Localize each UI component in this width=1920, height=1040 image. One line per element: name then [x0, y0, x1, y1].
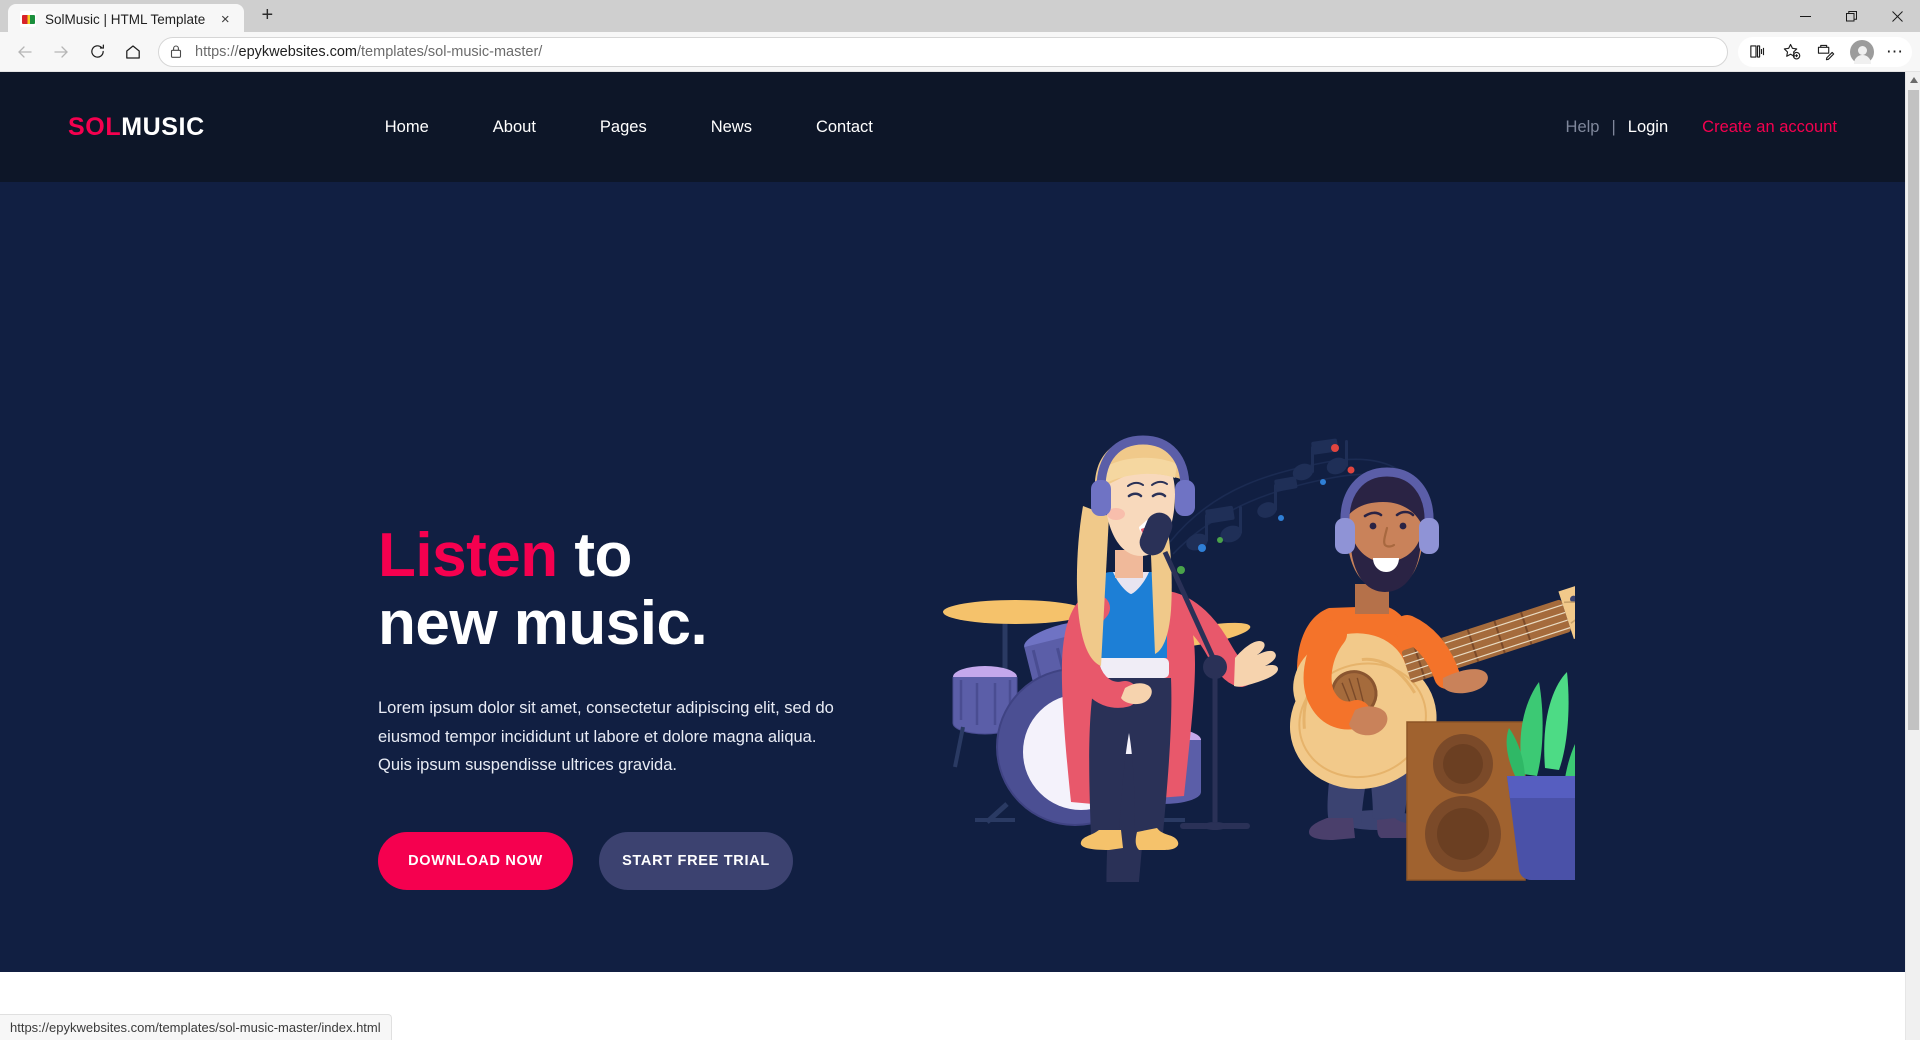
create-account-link[interactable]: Create an account	[1702, 118, 1837, 137]
home-icon[interactable]	[116, 36, 150, 68]
hero-title-accent: Listen	[378, 521, 558, 590]
close-icon[interactable]	[1874, 0, 1920, 32]
add-favorite-icon[interactable]	[1774, 37, 1808, 67]
hero-cta-group: DOWNLOAD NOW START FREE TRIAL	[378, 831, 848, 890]
settings-more-icon[interactable]: ⋯	[1880, 37, 1910, 67]
restore-icon[interactable]	[1828, 0, 1874, 32]
new-tab-button[interactable]: +	[252, 0, 282, 30]
refresh-icon[interactable]	[80, 36, 114, 68]
band-illustration	[915, 422, 1619, 906]
status-link-tooltip: https://epykwebsites.com/templates/sol-m…	[0, 1014, 392, 1040]
scrollbar-thumb[interactable]	[1908, 90, 1919, 730]
hero-title: Listen to new music.	[378, 521, 848, 659]
site-logo[interactable]: SOLMUSIC	[68, 113, 205, 142]
nav-item-home[interactable]: Home	[353, 118, 461, 137]
site-header: SOLMUSIC Home About Pages News Contact H…	[0, 72, 1905, 182]
hero-copy: Listen to new music. Lorem ipsum dolor si…	[378, 521, 848, 890]
browser-toolbar: https://epykwebsites.com/templates/sol-m…	[0, 32, 1920, 72]
nav-item-contact[interactable]: Contact	[784, 118, 905, 137]
hero-section: Listen to new music. Lorem ipsum dolor si…	[0, 182, 1905, 972]
read-aloud-icon[interactable]	[1740, 37, 1774, 67]
utility-navigation: Help | Login Create an account	[1566, 118, 1837, 137]
help-link[interactable]: Help	[1566, 118, 1600, 137]
browser-window: SolMusic | HTML Template × + https://epy…	[0, 0, 1920, 1040]
start-free-trial-button[interactable]: START FREE TRIAL	[599, 831, 793, 890]
main-navigation: Home About Pages News Contact	[353, 118, 905, 137]
solmusic-favicon	[20, 11, 36, 27]
nav-separator: |	[1611, 117, 1616, 136]
lock-icon	[169, 44, 185, 60]
login-link[interactable]: Login	[1628, 118, 1668, 137]
forward-icon[interactable]	[44, 36, 78, 68]
title-bar: SolMusic | HTML Template × +	[0, 0, 1920, 34]
collections-icon[interactable]	[1808, 37, 1842, 67]
toolbar-icon-group: ⋯	[1738, 36, 1912, 67]
profile-avatar[interactable]	[1850, 39, 1874, 64]
nav-item-about[interactable]: About	[461, 118, 568, 137]
nav-item-news[interactable]: News	[679, 118, 784, 137]
hero-title-line2: new music.	[378, 589, 708, 659]
url-path: /templates/sol-music-master/	[357, 43, 543, 60]
address-text: https://epykwebsites.com/templates/sol-m…	[195, 44, 542, 60]
window-controls	[1782, 0, 1920, 32]
hero-title-rest: to	[557, 521, 632, 590]
tab-close-icon[interactable]: ×	[214, 8, 236, 30]
url-host: epykwebsites.com	[238, 43, 357, 60]
page-scrollbar[interactable]	[1905, 72, 1920, 1040]
page-viewport: SOLMUSIC Home About Pages News Contact H…	[0, 72, 1920, 1040]
page-content: SOLMUSIC Home About Pages News Contact H…	[0, 72, 1905, 1040]
download-now-button[interactable]: DOWNLOAD NOW	[378, 831, 573, 890]
logo-sol: SOL	[68, 112, 122, 141]
minimize-icon[interactable]	[1782, 0, 1828, 32]
back-icon[interactable]	[8, 36, 42, 68]
tab-title: SolMusic | HTML Template	[45, 11, 206, 27]
browser-tab[interactable]: SolMusic | HTML Template ×	[8, 4, 245, 34]
logo-music: MUSIC	[121, 112, 205, 141]
address-bar[interactable]: https://epykwebsites.com/templates/sol-m…	[158, 36, 1728, 67]
hero-paragraph: Lorem ipsum dolor sit amet, consectetur …	[378, 699, 834, 775]
url-scheme: https://	[195, 43, 239, 60]
tab-strip: SolMusic | HTML Template × +	[0, 0, 1782, 34]
scroll-up-arrow[interactable]	[1906, 72, 1920, 88]
nav-item-pages[interactable]: Pages	[568, 118, 679, 137]
